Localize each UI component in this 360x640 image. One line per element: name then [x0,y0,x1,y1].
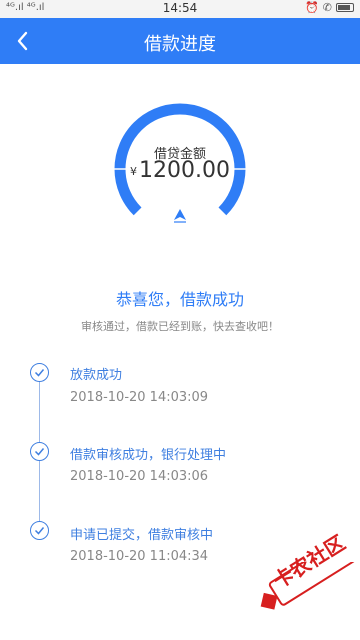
app-bar: 借款进度 [0,18,360,64]
battery-icon [336,3,354,12]
step-time: 2018-10-20 14:03:09 [70,390,209,405]
currency-symbol: ¥ [130,165,137,178]
step-time: 2018-10-20 11:04:34 [70,549,209,564]
check-circle-icon [30,442,49,461]
page-title: 借款进度 [144,34,216,55]
call-icon: ✆ [322,1,332,14]
step-time: 2018-10-20 14:03:06 [70,469,209,484]
check-circle-icon [30,363,49,382]
success-title: 恭喜您，借款成功 [115,290,244,309]
status-icons: ⏰ ✆ [305,1,354,14]
alarm-icon: ⏰ [305,1,319,14]
status-bar: ⁴ᴳ.ıl ⁴ᴳ.ıl 14:54 ⏰ ✆ [0,0,360,18]
step-label: 申请已提交，借款审核中 [70,528,214,543]
step-label: 借款审核成功，银行处理中 [70,448,227,463]
step-label: 放款成功 [70,368,123,383]
check-circle-icon [30,521,49,540]
success-subtitle: 审核通过，借款已经到账，快去查收吧！ [81,320,279,333]
amount-value: 1200.00 [139,158,230,183]
gauge-pointer-icon [174,209,186,220]
loan-amount: ¥1200.00 [105,158,255,183]
